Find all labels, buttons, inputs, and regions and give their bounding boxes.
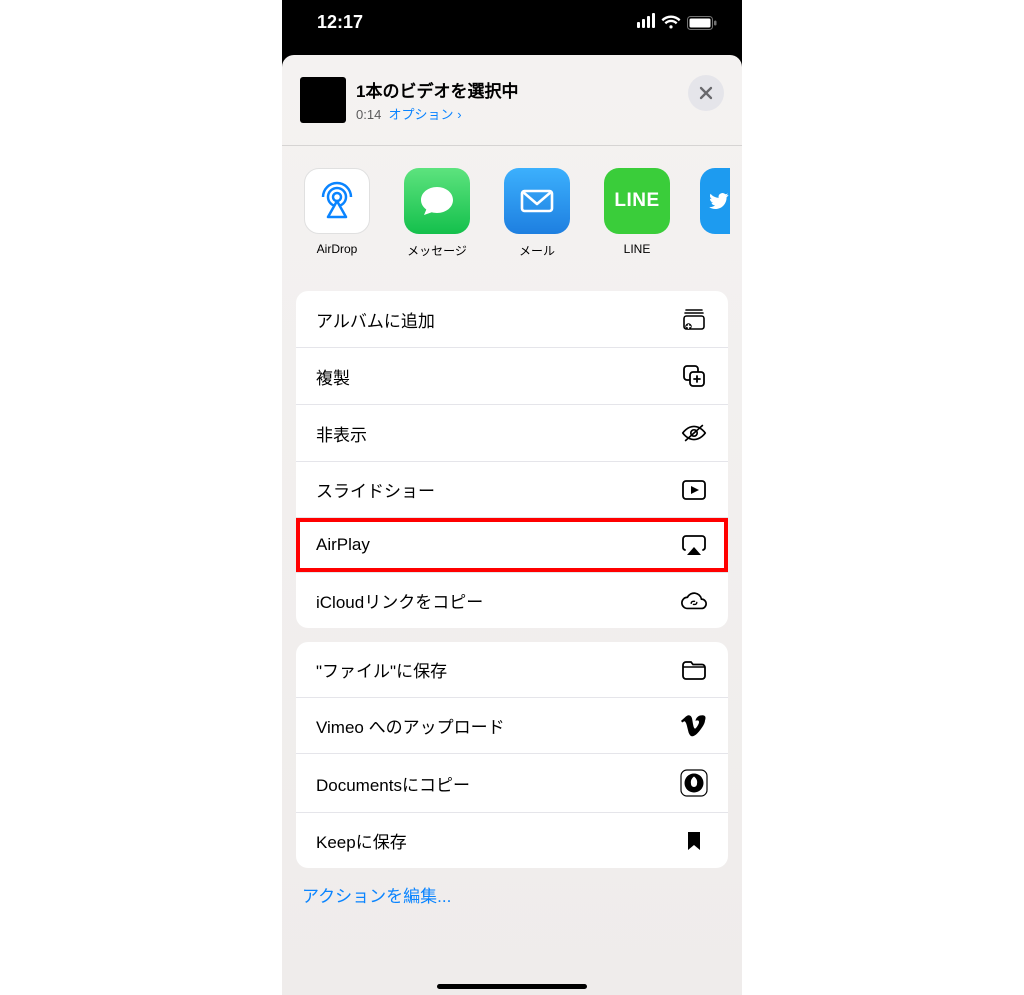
video-duration: 0:14 (356, 107, 381, 122)
phone-frame: 12:17 1本のビデオを選択中 (282, 0, 742, 995)
add-to-album-icon (680, 306, 708, 332)
action-duplicate[interactable]: 複製 (296, 347, 728, 404)
header-texts: 1本のビデオを選択中 0:14 オプション › (356, 77, 518, 123)
sheet-header: 1本のビデオを選択中 0:14 オプション › (282, 55, 742, 145)
action-hide[interactable]: 非表示 (296, 404, 728, 461)
action-airplay[interactable]: AirPlay (296, 517, 728, 572)
close-button[interactable] (688, 75, 724, 111)
status-bar: 12:17 (282, 0, 742, 45)
close-icon (698, 85, 714, 101)
line-icon: LINE (604, 168, 670, 234)
chevron-right-icon: › (457, 107, 461, 122)
actions-scroll[interactable]: アルバムに追加 複製 非表示 (282, 277, 742, 995)
status-time: 12:17 (317, 12, 363, 33)
bookmark-icon (680, 830, 708, 852)
share-sheet: 1本のビデオを選択中 0:14 オプション › (282, 55, 742, 995)
messages-icon (404, 168, 470, 234)
twitter-icon (700, 168, 730, 234)
share-app-airdrop[interactable]: AirDrop (300, 168, 374, 259)
action-save-to-keep[interactable]: Keepに保存 (296, 812, 728, 868)
documents-app-icon (680, 769, 708, 797)
action-slideshow[interactable]: スライドショー (296, 461, 728, 517)
action-upload-vimeo[interactable]: Vimeo へのアップロード (296, 697, 728, 753)
share-app-mail[interactable]: メール (500, 168, 574, 259)
slideshow-icon (680, 479, 708, 501)
options-link[interactable]: オプション › (389, 107, 462, 122)
share-app-row[interactable]: AirDrop メッセージ メール LINE (282, 146, 742, 277)
wifi-icon (661, 15, 681, 30)
hide-icon (680, 420, 708, 446)
share-app-messages[interactable]: メッセージ (400, 168, 474, 259)
mail-icon (504, 168, 570, 234)
sheet-title: 1本のビデオを選択中 (356, 77, 518, 102)
video-thumbnail[interactable] (300, 77, 346, 123)
share-app-twitter-partial[interactable]: T (700, 168, 730, 259)
home-indicator[interactable] (437, 984, 587, 989)
status-icons (635, 12, 717, 33)
cellular-signal-icon (635, 12, 655, 33)
icloud-link-icon (680, 590, 708, 612)
actions-group-1: アルバムに追加 複製 非表示 (296, 291, 728, 628)
action-copy-to-documents[interactable]: Documentsにコピー (296, 753, 728, 812)
actions-group-2: "ファイル"に保存 Vimeo へのアップロード Documentsにコピー (296, 642, 728, 868)
share-app-line[interactable]: LINE LINE (600, 168, 674, 259)
folder-icon (680, 659, 708, 681)
airplay-icon (680, 533, 708, 557)
edit-actions-link[interactable]: アクションを編集... (296, 868, 728, 907)
duplicate-icon (680, 363, 708, 389)
airdrop-icon (304, 168, 370, 234)
vimeo-icon (680, 715, 708, 737)
action-add-to-album[interactable]: アルバムに追加 (296, 291, 728, 347)
action-save-to-files[interactable]: "ファイル"に保存 (296, 642, 728, 697)
battery-icon (687, 16, 717, 30)
action-copy-icloud-link[interactable]: iCloudリンクをコピー (296, 572, 728, 628)
